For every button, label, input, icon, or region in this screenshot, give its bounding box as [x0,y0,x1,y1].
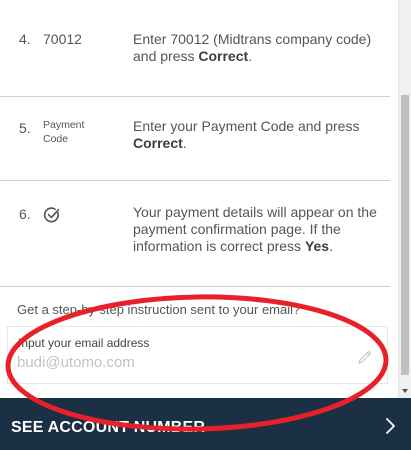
pencil-icon [358,350,372,364]
step-code: 70012 [43,31,82,47]
check-circle-icon [43,207,60,223]
step-description: Enter 70012 (Midtrans company code) and … [133,31,372,64]
divider [0,96,390,97]
email-input[interactable] [17,351,347,373]
email-label: Input your email address [18,336,150,350]
see-account-number-button[interactable]: SEE ACCOUNT NUMBER [0,398,411,450]
step-description: Your payment details will appear on the … [133,204,377,254]
step-number: 6. [19,206,31,222]
divider [0,286,390,287]
chevron-right-icon [386,418,395,434]
vertical-scrollbar[interactable] [398,0,411,398]
email-field-container[interactable]: Input your email address [7,326,388,384]
email-instruction: Get a step-by-step instruction sent to y… [17,302,301,317]
footer-label: SEE ACCOUNT NUMBER [11,419,206,436]
step-description: Enter your Payment Code and press Correc… [133,118,360,151]
scroll-down-arrow-icon[interactable] [399,386,411,396]
scrollbar-thumb[interactable] [401,95,409,375]
divider [0,180,390,181]
step-code: Payment Code [43,119,85,145]
step-number: 4. [19,31,31,47]
instructions-panel: 4. 70012 Enter 70012 (Midtrans company c… [0,0,398,398]
step-number: 5. [19,120,31,136]
